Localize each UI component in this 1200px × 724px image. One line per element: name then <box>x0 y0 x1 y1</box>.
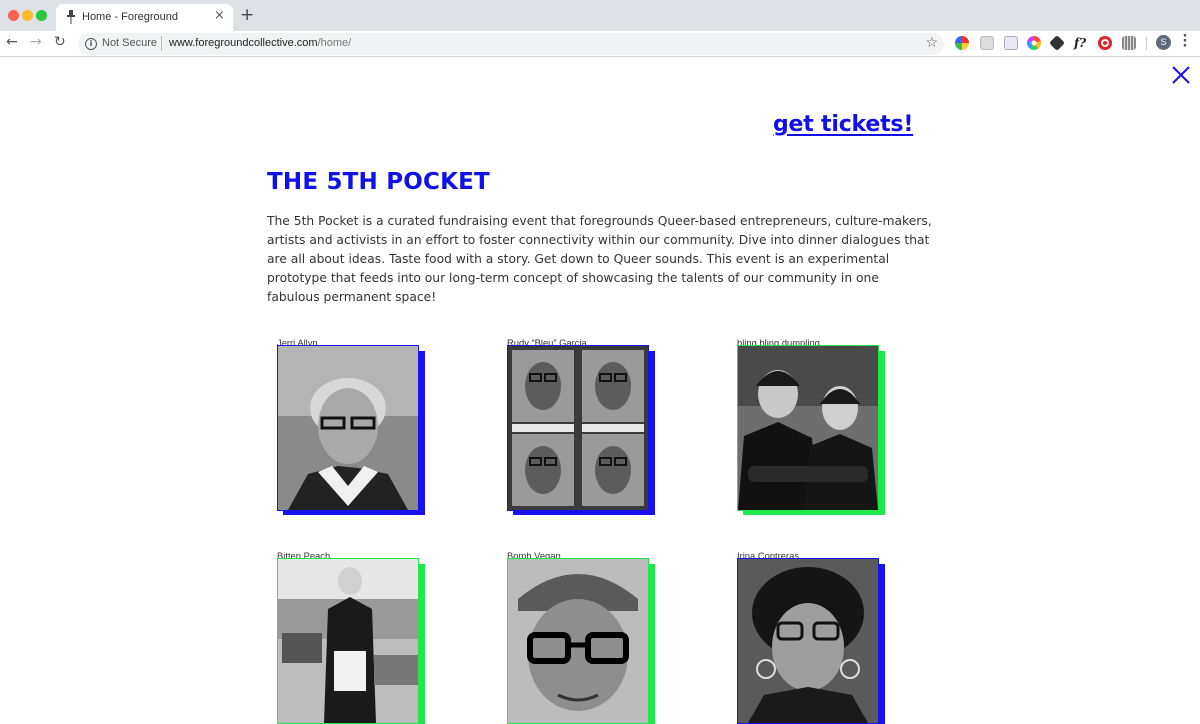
browser-tab[interactable]: Home - Foreground × <box>56 4 233 31</box>
portrait-image <box>738 559 878 723</box>
photo-wrap <box>737 558 885 724</box>
photo-wrap <box>737 345 885 515</box>
url-path: /home/ <box>317 37 352 49</box>
page-title: THE 5TH POCKET <box>267 169 490 195</box>
get-tickets-link[interactable]: get tickets! <box>773 112 913 137</box>
photo-wrap <box>507 558 655 724</box>
color-wheel-icon[interactable] <box>955 36 969 50</box>
portrait-photo[interactable] <box>737 345 879 511</box>
font-icon[interactable]: f? <box>1074 36 1088 50</box>
flower-icon[interactable] <box>1027 36 1041 50</box>
back-button[interactable]: ← <box>6 34 18 50</box>
barcode-icon[interactable] <box>1122 36 1136 50</box>
portrait-image <box>278 559 418 723</box>
person-card-bitten-peach[interactable]: Bitten Peach <box>277 550 437 724</box>
portrait-photo[interactable] <box>277 558 419 724</box>
portrait-photo[interactable] <box>507 345 649 511</box>
portrait-photo[interactable] <box>277 345 419 511</box>
address-bar[interactable]: i Not Secure www.foregroundcollective.co… <box>78 33 944 55</box>
portrait-image <box>738 346 878 510</box>
person-card-bling-bling-dumpling[interactable]: bling bling dumpling <box>737 337 897 521</box>
maximize-window-button[interactable] <box>36 10 47 21</box>
close-window-button[interactable] <box>8 10 19 21</box>
pin-icon <box>67 10 75 24</box>
toolbar-divider <box>1146 37 1147 50</box>
intro-paragraph: The 5th Pocket is a curated fundraising … <box>267 214 932 304</box>
info-icon[interactable]: i <box>85 38 97 50</box>
person-card-bomb-vegan[interactable]: Bomb Vegan <box>507 550 667 724</box>
url-text[interactable]: www.foregroundcollective.com/home/ <box>169 37 351 49</box>
profile-avatar[interactable]: S <box>1156 35 1171 50</box>
person-card-jerri-allyn[interactable]: Jerri Allyn <box>277 337 437 521</box>
close-icon[interactable] <box>1170 64 1192 86</box>
bookmark-star-icon[interactable]: ☆ <box>925 35 938 51</box>
tab-close-icon[interactable]: × <box>214 8 225 23</box>
portrait-image <box>508 346 648 510</box>
minimize-window-button[interactable] <box>22 10 33 21</box>
photo-wrap <box>507 345 655 515</box>
security-label[interactable]: Not Secure <box>102 37 157 49</box>
browser-toolbar: ← → ↻ i Not Secure www.foregroundcollect… <box>0 31 1200 57</box>
forward-button[interactable]: → <box>30 34 42 50</box>
url-domain: www.foregroundcollective.com <box>169 37 318 49</box>
block-icon[interactable] <box>1098 36 1112 50</box>
portrait-photo[interactable] <box>507 558 649 724</box>
portrait-image <box>278 346 418 510</box>
photo-wrap <box>277 345 425 515</box>
tab-title: Home - Foreground <box>82 11 178 23</box>
document-icon[interactable] <box>980 36 994 50</box>
person-card-irina-contreras[interactable]: Irina Contreras <box>737 550 897 724</box>
photo-wrap <box>277 558 425 724</box>
image-icon[interactable] <box>1004 36 1018 50</box>
portrait-image <box>508 559 648 723</box>
person-card-rudy-bleu-garcia[interactable]: Rudy “Bleu” Garcia <box>507 337 667 521</box>
menu-dots-icon[interactable]: · · · <box>1182 30 1188 53</box>
reload-button[interactable]: ↻ <box>54 34 66 50</box>
portrait-photo[interactable] <box>737 558 879 724</box>
url-divider <box>161 36 162 51</box>
new-tab-button[interactable]: + <box>240 5 254 25</box>
tab-bar: Home - Foreground × + <box>0 0 1200 31</box>
